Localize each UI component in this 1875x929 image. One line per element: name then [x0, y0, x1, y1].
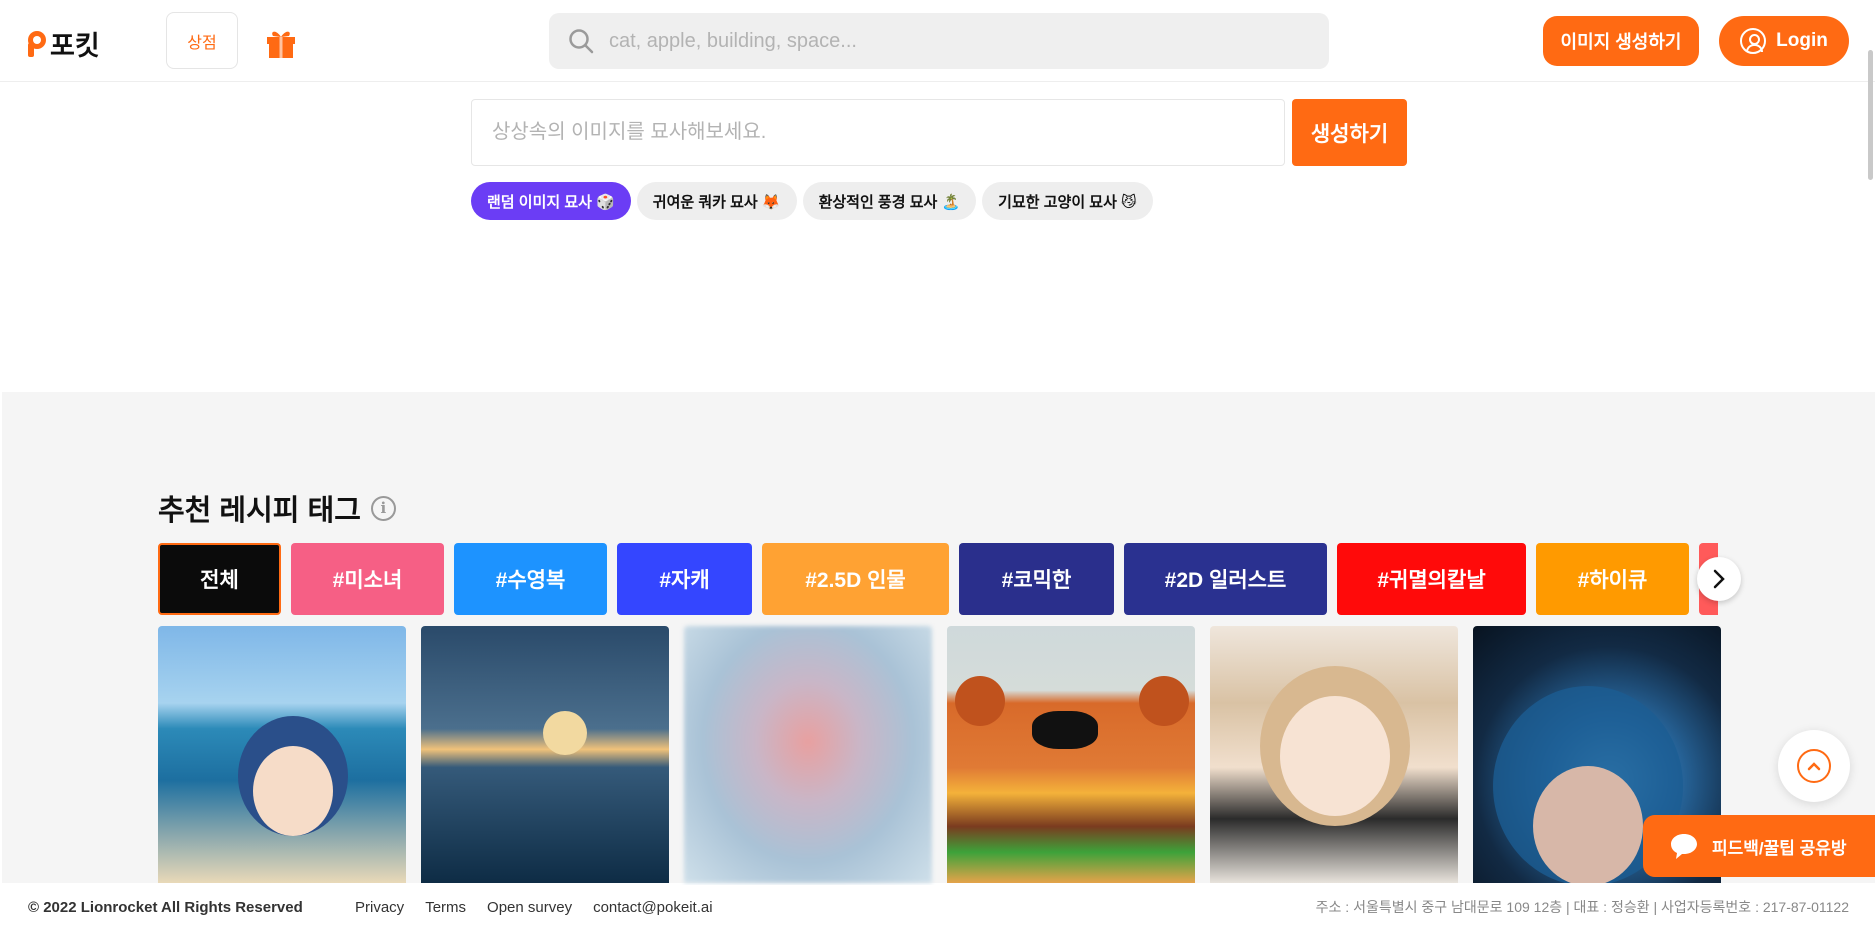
top-header: 포킷 상점 이미지 생성하기 Login — [0, 0, 1875, 82]
company-address: 주소 : 서울특별시 중구 남대문로 109 12층 | 대표 : 정승환 | … — [1315, 899, 1849, 915]
tag-all[interactable]: 전체 — [158, 543, 281, 615]
generate-button[interactable]: 생성하기 — [1292, 99, 1407, 166]
tag-item[interactable]: #자캐 — [617, 543, 752, 615]
section-title: 추천 레시피 태그 i — [158, 487, 396, 529]
image-card[interactable] — [947, 626, 1195, 883]
image-card[interactable] — [158, 626, 406, 883]
terms-link[interactable]: Terms — [425, 899, 466, 916]
image-card[interactable] — [1210, 626, 1458, 883]
image-grid — [158, 626, 1721, 883]
pokeit-logo[interactable]: 포킷 — [28, 24, 100, 63]
copyright: © 2022 Lionrocket All Rights Reserved — [28, 898, 303, 916]
logo-text: 포킷 — [50, 31, 100, 61]
generate-image-button[interactable]: 이미지 생성하기 — [1543, 16, 1699, 66]
search-bar — [549, 13, 1329, 69]
login-label: Login — [1776, 30, 1828, 51]
image-card[interactable] — [421, 626, 669, 883]
tag-item[interactable]: #2.5D 인물 — [762, 543, 949, 615]
chip-quokka[interactable]: 귀여운 쿼카 묘사 🦊 — [636, 182, 797, 220]
tag-list: 전체 #미소녀 #수영복 #자캐 #2.5D 인물 #코믹한 #2D 일러스트 … — [158, 543, 1718, 615]
contact-link[interactable]: contact@pokeit.ai — [593, 899, 712, 916]
chat-bubble-icon — [1671, 834, 1697, 859]
tag-next-button[interactable] — [1697, 557, 1741, 601]
user-icon — [1740, 28, 1767, 54]
feedback-button[interactable]: 피드백/꿀팁 공유방 — [1643, 815, 1875, 877]
footer: © 2022 Lionrocket All Rights Reserved Pr… — [0, 885, 1875, 929]
login-button[interactable]: Login — [1719, 16, 1849, 66]
feedback-label: 피드백/꿀팁 공유방 — [1712, 838, 1847, 858]
section-title-text: 추천 레시피 태그 — [158, 495, 361, 527]
tag-item[interactable]: #미소녀 — [291, 543, 444, 615]
privacy-link[interactable]: Privacy — [355, 899, 404, 916]
prompt-input[interactable] — [492, 121, 1284, 144]
info-icon[interactable]: i — [370, 495, 396, 521]
survey-link[interactable]: Open survey — [487, 899, 572, 916]
tag-item[interactable]: #하이큐 — [1536, 543, 1689, 615]
tag-item[interactable]: #코믹한 — [959, 543, 1114, 615]
gift-icon[interactable] — [264, 26, 298, 60]
prompt-box — [471, 99, 1285, 166]
scroll-top-button[interactable] — [1778, 730, 1850, 802]
tag-item[interactable]: #귀멸의칼날 — [1337, 543, 1526, 615]
chip-cat[interactable]: 기묘한 고양이 묘사 😼 — [982, 182, 1153, 220]
footer-links: Privacy Terms Open survey contact@pokeit… — [355, 899, 713, 916]
chevron-up-icon — [1797, 749, 1831, 783]
logo-icon — [28, 29, 46, 59]
tag-item[interactable]: #2D 일러스트 — [1124, 543, 1327, 615]
chip-random[interactable]: 랜덤 이미지 묘사 🎲 — [471, 182, 631, 220]
chevron-right-icon — [1713, 569, 1725, 589]
example-chips: 랜덤 이미지 묘사 🎲 귀여운 쿼카 묘사 🦊 환상적인 풍경 묘사 🏝️ 기묘… — [471, 182, 1153, 220]
tag-item[interactable]: #수영복 — [454, 543, 607, 615]
image-card[interactable] — [684, 626, 932, 883]
search-icon — [569, 29, 594, 54]
search-input[interactable] — [609, 29, 1329, 53]
store-button[interactable]: 상점 — [166, 12, 238, 69]
chip-landscape[interactable]: 환상적인 풍경 묘사 🏝️ — [802, 182, 977, 220]
scrollbar-thumb[interactable] — [1868, 50, 1873, 180]
